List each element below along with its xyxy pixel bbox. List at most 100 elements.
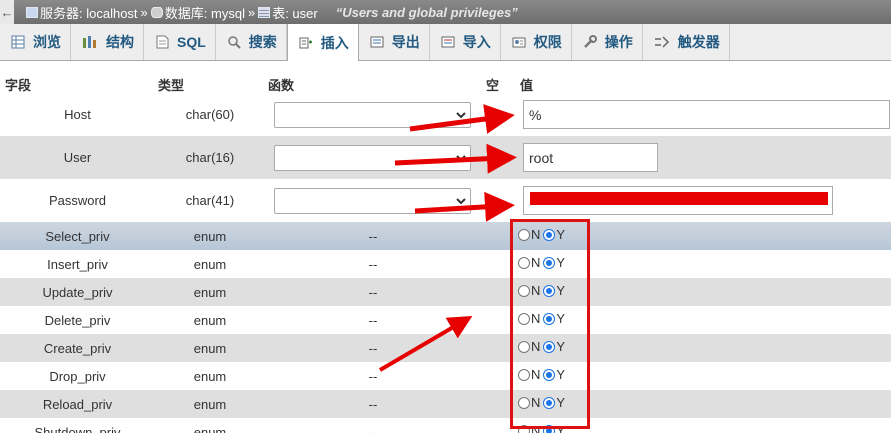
triggers-icon: [654, 35, 678, 49]
tab-label: 导出: [391, 34, 420, 50]
field-name: Shutdown_priv: [34, 425, 121, 433]
table-row: Shutdown_priv enum -- N Y: [0, 418, 891, 433]
structure-icon: [82, 35, 106, 49]
field-type: enum: [193, 341, 227, 356]
field-name: User: [63, 150, 92, 165]
value-text: root: [529, 149, 554, 166]
field-name: Insert_priv: [47, 257, 108, 272]
function-placeholder: --: [368, 341, 378, 356]
breadcrumb: ← 服务器: localhost » 数据库: mysql » 表: user …: [0, 0, 891, 24]
field-name: Select_priv: [45, 229, 110, 244]
breadcrumb-table-label[interactable]: 表: user: [272, 3, 318, 22]
field-type: char(60): [185, 107, 235, 122]
tab-label: 权限: [533, 34, 562, 50]
table-icon: [258, 6, 271, 18]
function-select[interactable]: [274, 188, 471, 214]
sql-icon: [155, 35, 177, 49]
value-text: %: [529, 106, 542, 123]
tab-triggers[interactable]: 触发器: [643, 24, 730, 60]
field-name: Host: [64, 107, 91, 122]
import-icon: [441, 35, 463, 49]
tab-browse[interactable]: 浏览: [0, 24, 71, 60]
breadcrumb-separator: »: [247, 4, 256, 20]
function-placeholder: --: [368, 313, 378, 328]
insert-icon: [299, 36, 321, 50]
tab-operations[interactable]: 操作: [572, 24, 643, 60]
tab-label: 插入: [320, 34, 349, 51]
server-icon: [26, 6, 38, 18]
tab-insert[interactable]: 插入: [286, 24, 359, 61]
breadcrumb-separator: »: [140, 4, 148, 20]
column-value: 值: [520, 78, 534, 93]
table-row: Select_priv enum -- N Y: [0, 222, 891, 250]
tab-label: 结构: [106, 34, 134, 50]
field-type: char(16): [185, 150, 235, 165]
browse-icon: [11, 35, 33, 49]
tab-import[interactable]: 导入: [430, 24, 501, 60]
tab-bar: 浏览 结构 SQL 搜索 插入 导出 导入 权限 操作 触发器: [0, 24, 891, 61]
table-row: Delete_priv enum -- N Y: [0, 306, 891, 334]
table-row: Insert_priv enum -- N Y: [0, 250, 891, 278]
tab-export[interactable]: 导出: [359, 24, 430, 60]
breadcrumb-table[interactable]: 表: user: [258, 3, 318, 22]
column-null: 空: [486, 78, 500, 93]
export-icon: [370, 35, 392, 49]
breadcrumb-server-label[interactable]: 服务器: localhost: [40, 3, 138, 22]
tab-structure[interactable]: 结构: [71, 24, 144, 60]
function-placeholder: --: [368, 369, 378, 384]
back-arrow-icon[interactable]: ←: [0, 0, 14, 24]
value-input[interactable]: root: [523, 143, 658, 172]
operations-icon: [583, 35, 605, 49]
tab-label: SQL: [177, 34, 206, 50]
database-icon: [150, 6, 163, 18]
search-icon: [227, 35, 249, 49]
annotation-box: [510, 219, 590, 429]
field-type: enum: [193, 257, 227, 272]
column-field: 字段: [5, 78, 32, 93]
field-type: enum: [193, 369, 227, 384]
tab-label: 触发器: [677, 34, 720, 50]
field-name: Update_priv: [42, 285, 113, 300]
table-row: Drop_priv enum -- N Y: [0, 362, 891, 390]
function-placeholder: --: [368, 229, 378, 244]
function-select[interactable]: [274, 145, 471, 171]
tab-sql[interactable]: SQL: [144, 24, 216, 60]
tab-label: 搜索: [248, 34, 277, 50]
tab-search[interactable]: 搜索: [216, 24, 287, 60]
password-redaction: [530, 192, 828, 205]
table-row: User char(16) root: [0, 136, 891, 179]
field-name: Drop_priv: [49, 369, 106, 384]
breadcrumb-database-label[interactable]: 数据库: mysql: [165, 3, 245, 22]
function-select[interactable]: [274, 102, 471, 128]
table-row: Update_priv enum -- N Y: [0, 278, 891, 306]
tab-privileges[interactable]: 权限: [501, 24, 572, 60]
field-type: char(41): [185, 193, 235, 208]
field-type: enum: [193, 425, 227, 433]
column-type: 类型: [158, 78, 185, 93]
tab-label: 操作: [604, 34, 633, 50]
table-comment: “Users and global privileges”: [335, 4, 518, 20]
field-type: enum: [193, 397, 227, 412]
function-placeholder: --: [368, 285, 378, 300]
table-row: Host char(60)%: [0, 93, 891, 136]
column-header: 字段 类型 函数 空 值: [0, 71, 891, 93]
table-row: Create_priv enum -- N Y: [0, 334, 891, 362]
phpmyadmin-insert-page: ← 服务器: localhost » 数据库: mysql » 表: user …: [0, 0, 891, 433]
field-name: Password: [48, 193, 107, 208]
tab-label: 导入: [462, 34, 491, 50]
breadcrumb-server[interactable]: 服务器: localhost: [26, 3, 138, 22]
function-placeholder: --: [368, 397, 378, 412]
field-type: enum: [193, 313, 227, 328]
tab-label: 浏览: [33, 34, 61, 50]
column-function: 函数: [268, 78, 295, 93]
privileges-icon: [512, 35, 534, 49]
field-name: Delete_priv: [44, 313, 111, 328]
function-placeholder: --: [368, 425, 378, 433]
field-name: Create_priv: [43, 341, 112, 356]
value-input[interactable]: %: [523, 100, 890, 129]
field-name: Reload_priv: [42, 397, 113, 412]
breadcrumb-database[interactable]: 数据库: mysql: [150, 3, 245, 22]
field-type: enum: [193, 229, 227, 244]
function-placeholder: --: [368, 257, 378, 272]
table-row: Reload_priv enum -- N Y: [0, 390, 891, 418]
